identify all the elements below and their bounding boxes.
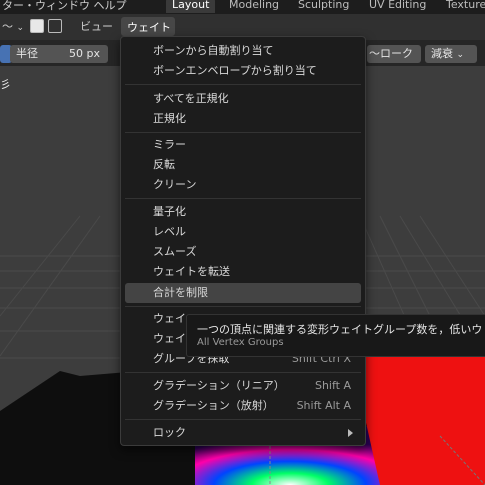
stroke-dropdown[interactable]: ～ローク ⌄ — [367, 45, 421, 78]
menu-item-label: クリーン — [153, 178, 197, 191]
menu-item-normalize-all[interactable]: すべてを正規化 — [125, 89, 361, 109]
menu-separator — [125, 306, 361, 307]
menu-item-label: 量子化 — [153, 205, 186, 218]
menu-item-levels[interactable]: レベル — [125, 222, 361, 242]
tab-uv-editing[interactable]: UV Editing — [363, 0, 432, 13]
menu-item-lock[interactable]: ロック — [125, 423, 361, 443]
tab-modeling[interactable]: Modeling — [223, 0, 285, 13]
falloff-label: 減衰 — [431, 47, 453, 60]
menu-item-from-bone-envelopes[interactable]: ボーンエンベロープから割り当て — [125, 61, 361, 81]
menu-item-label: ウェイ — [153, 312, 186, 325]
overlay-toggle-icon[interactable] — [48, 19, 62, 33]
menu-item-auto-from-bones[interactable]: ボーンから自動割り当て — [125, 41, 361, 61]
menu-item-normalize[interactable]: 正規化 — [125, 109, 361, 129]
menu-item-label: 正規化 — [153, 112, 186, 125]
menu-item-shortcut: Shift Alt A — [296, 399, 351, 412]
menu-item-label: グラデーション（リニア） — [153, 379, 285, 392]
tab-sculpting[interactable]: Sculpting — [292, 0, 355, 13]
menu-item-clean[interactable]: クリーン — [125, 175, 361, 195]
menu-item-label: グラデーション（放射） — [153, 399, 274, 412]
submenu-arrow-icon — [348, 429, 353, 437]
menu-item-label: ウェイ — [153, 332, 186, 345]
tooltip-subtext: All Vertex Groups — [197, 337, 284, 348]
menu-item-label: 反転 — [153, 158, 175, 171]
tooltip-text: 一つの頂点に関連する変形ウェイトグループ数を，低いウ — [197, 323, 483, 336]
menu-separator — [125, 372, 361, 373]
menu-item-label: すべてを正規化 — [153, 92, 229, 105]
xray-toggle-icon[interactable] — [30, 19, 44, 33]
top-menu-bar: ター・ウィンドウ ヘルプ Layout Modeling Sculpting U… — [0, 0, 485, 14]
tab-layout[interactable]: Layout — [166, 0, 216, 13]
menu-separator — [125, 132, 361, 133]
weight-menu-label: ウェイト — [127, 21, 171, 34]
menu-item-quantize[interactable]: 量子化 — [125, 202, 361, 222]
menu-item-label: スムーズ — [153, 245, 197, 258]
menu-item-label: ロック — [153, 426, 186, 439]
chevron-down-icon: ⌄ — [16, 23, 25, 33]
menu-separator — [125, 84, 361, 85]
menu-item-invert[interactable]: 反転 — [125, 155, 361, 175]
menu-item-smooth[interactable]: スムーズ — [125, 242, 361, 262]
menu-item-label: レベル — [153, 225, 186, 238]
mode-dropdown-label: ～ — [2, 20, 13, 33]
menu-item-limit-total[interactable]: 合計を制限 — [125, 283, 361, 303]
falloff-dropdown[interactable]: 減衰 ⌄ — [425, 45, 477, 63]
radius-field[interactable]: 半径 50 px — [10, 45, 108, 63]
menu-item-label: ウェイトを転送 — [153, 265, 230, 278]
menu-item-label: 合計を制限 — [153, 286, 208, 299]
menu-separator — [125, 419, 361, 420]
menu-item-gradient-linear[interactable]: グラデーション（リニア） Shift A — [125, 376, 361, 396]
menu-item-label: ボーンエンベロープから割り当て — [153, 64, 317, 77]
menu-item-label: ミラー — [153, 138, 186, 151]
radius-value: 50 px — [69, 47, 100, 60]
menu-item-mirror[interactable]: ミラー — [125, 135, 361, 155]
menu-item-label: ボーンから自動割り当て — [153, 44, 274, 57]
top-menus[interactable]: ター・ウィンドウ ヘルプ — [2, 0, 127, 13]
menu-item-shortcut: Shift A — [314, 379, 351, 392]
weight-dropdown-menu: ボーンから自動割り当て ボーンエンベロープから割り当て すべてを正規化 正規化 … — [120, 36, 366, 446]
weight-menu-button[interactable]: ウェイト — [121, 17, 175, 36]
radius-label: 半径 — [16, 47, 38, 60]
chevron-down-icon: ⌄ — [456, 50, 465, 60]
mode-dropdown[interactable]: ～ ⌄ — [2, 18, 24, 36]
menu-item-gradient-radial[interactable]: グラデーション（放射） Shift Alt A — [125, 396, 361, 416]
stroke-label: ～ローク — [369, 47, 413, 60]
tab-texture[interactable]: Texture — [440, 0, 485, 13]
view-menu[interactable]: ビュー — [80, 18, 113, 36]
tooltip: 一つの頂点に関連する変形ウェイトグループ数を，低いウ All Vertex Gr… — [186, 314, 485, 357]
menu-separator — [125, 198, 361, 199]
menu-item-transfer-weights[interactable]: ウェイトを転送 — [125, 262, 361, 282]
